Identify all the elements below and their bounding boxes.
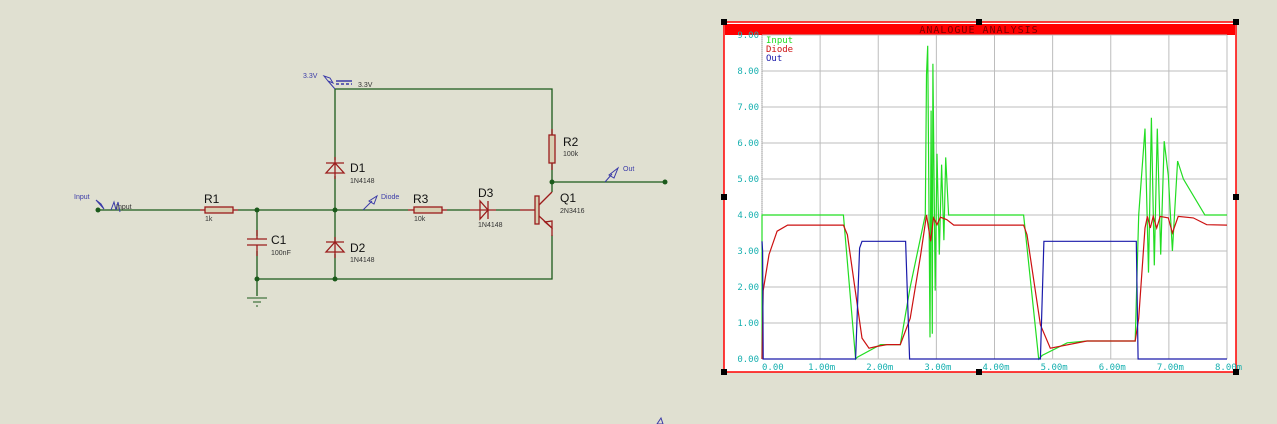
x-tick-label: 1.00m bbox=[808, 363, 835, 373]
y-tick-label: 2.00 bbox=[737, 283, 759, 293]
partial-probe-icon bbox=[656, 416, 664, 424]
d2-value: 1N4148 bbox=[350, 257, 375, 264]
x-tick-label: 5.00m bbox=[1041, 363, 1068, 373]
diode-d2[interactable]: D2 1N4148 bbox=[324, 237, 375, 264]
resize-handle bbox=[721, 194, 727, 200]
y-tick-label: 5.00 bbox=[737, 175, 759, 185]
x-tick-label: 4.00m bbox=[983, 363, 1010, 373]
c1-value: 100nF bbox=[271, 250, 291, 257]
q1-value: 2N3416 bbox=[560, 208, 585, 215]
x-tick-label: 7.00m bbox=[1157, 363, 1184, 373]
voltage-probe-diode[interactable]: Diode bbox=[362, 194, 399, 211]
d1-ref: D1 bbox=[350, 161, 366, 175]
transistor-q1[interactable]: Q1 2N3416 bbox=[520, 191, 585, 236]
d3-value: 1N4148 bbox=[478, 222, 503, 229]
wires bbox=[98, 88, 665, 296]
power-probe-label: 3.3V bbox=[303, 73, 318, 80]
r1-value: 1k bbox=[205, 216, 213, 223]
schematic-canvas[interactable]: 3.3V 3.3V Input Input R1 1k C1 100nF D1 … bbox=[0, 0, 1277, 424]
q1-ref: Q1 bbox=[560, 191, 576, 205]
y-tick-label: 6.00 bbox=[737, 139, 759, 149]
out-probe-label: Out bbox=[623, 166, 634, 173]
power-terminal-3v3[interactable]: 3.3V 3.3V bbox=[303, 73, 373, 90]
resize-handle bbox=[1233, 369, 1239, 375]
resize-handle bbox=[1233, 194, 1239, 200]
diode-probe-label: Diode bbox=[381, 194, 399, 201]
r3-ref: R3 bbox=[413, 192, 429, 206]
x-tick-label: 6.00m bbox=[1099, 363, 1126, 373]
x-tick-label: 3.00m bbox=[924, 363, 951, 373]
ground-symbol bbox=[247, 297, 267, 307]
d3-ref: D3 bbox=[478, 186, 494, 200]
resize-handle bbox=[976, 369, 982, 375]
r2-ref: R2 bbox=[563, 135, 579, 149]
d2-ref: D2 bbox=[350, 241, 366, 255]
resistor-r1[interactable]: R1 1k bbox=[200, 192, 238, 223]
input-probe-label: Input bbox=[74, 194, 90, 201]
input-generator[interactable]: Input Input bbox=[74, 194, 132, 213]
graph-title: ANALOGUE ANALYSIS bbox=[919, 25, 1038, 36]
y-tick-label: 0.00 bbox=[737, 355, 759, 365]
resistor-r2[interactable]: R2 100k bbox=[548, 129, 579, 170]
diode-d3[interactable]: D3 1N4148 bbox=[470, 186, 503, 229]
r1-ref: R1 bbox=[204, 192, 220, 206]
diode-d1[interactable]: D1 1N4148 bbox=[324, 157, 375, 185]
y-tick-label: 9.00 bbox=[737, 31, 759, 41]
resistor-r3[interactable]: R3 10k bbox=[408, 192, 447, 223]
y-tick-label: 8.00 bbox=[737, 67, 759, 77]
c1-ref: C1 bbox=[271, 233, 287, 247]
y-tick-label: 1.00 bbox=[737, 319, 759, 329]
resize-handle bbox=[721, 19, 727, 25]
analogue-analysis-graph[interactable]: ANALOGUE ANALYSIS 0.00 1.00 2.00 3.00 4.00 5.… bbox=[721, 19, 1242, 375]
x-tick-label: 2.00m bbox=[866, 363, 893, 373]
legend-entry-out: Out bbox=[766, 54, 782, 64]
r3-value: 10k bbox=[414, 216, 426, 223]
resize-handle bbox=[1233, 19, 1239, 25]
input-generator-label: Input bbox=[116, 204, 132, 211]
d1-value: 1N4148 bbox=[350, 178, 375, 185]
y-tick-label: 7.00 bbox=[737, 103, 759, 113]
y-tick-label: 4.00 bbox=[737, 211, 759, 221]
x-tick-label: 0.00 bbox=[762, 363, 784, 373]
voltage-probe-out[interactable]: Out bbox=[604, 166, 634, 183]
capacitor-c1[interactable]: C1 100nF bbox=[247, 230, 291, 257]
y-tick-label: 3.00 bbox=[737, 247, 759, 257]
resize-handle bbox=[976, 19, 982, 25]
resize-handle bbox=[721, 369, 727, 375]
power-terminal-label: 3.3V bbox=[358, 82, 373, 89]
r2-value: 100k bbox=[563, 151, 579, 158]
